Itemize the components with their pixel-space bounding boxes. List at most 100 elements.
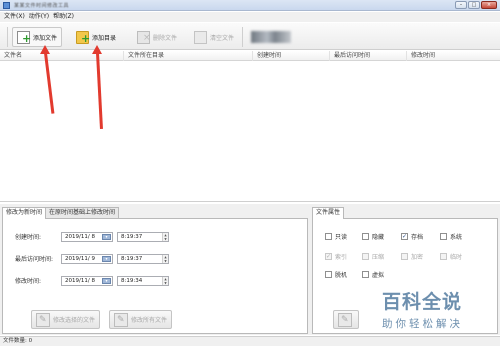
checkbox-box: ✓ bbox=[325, 253, 332, 260]
edit-document-icon bbox=[36, 312, 50, 327]
attribute-label: 压缩 bbox=[372, 254, 385, 261]
menu-help[interactable]: 帮助(Z) bbox=[53, 12, 74, 22]
file-count-label: 文件数量: bbox=[3, 338, 27, 344]
attribute-checkbox[interactable]: 隐藏 bbox=[362, 232, 384, 241]
window-controls: – □ × bbox=[455, 1, 497, 9]
modified-time-picker[interactable]: 8:19:34 ▲ ▼ bbox=[117, 275, 169, 286]
close-button[interactable]: × bbox=[481, 1, 497, 9]
calendar-dropdown-icon[interactable]: ▾ bbox=[102, 277, 111, 284]
created-time-label: 创建时间: bbox=[15, 234, 42, 241]
calendar-dropdown-icon[interactable]: ▾ bbox=[102, 255, 111, 262]
attribute-checkbox[interactable]: 只读 bbox=[325, 232, 347, 241]
menu-bar: 文件(X) 动作(Y) 帮助(Z) bbox=[0, 12, 500, 22]
checkbox-box[interactable] bbox=[362, 233, 369, 240]
attribute-label: 索引 bbox=[335, 254, 348, 261]
spinner-icon[interactable]: ▲ ▼ bbox=[162, 276, 168, 285]
attribute-checkbox: 加密 bbox=[401, 252, 423, 261]
column-header-created[interactable]: 创建时间 bbox=[253, 51, 330, 61]
modify-selected-label: 修改选择的文件 bbox=[53, 317, 96, 324]
attribute-label: 隐藏 bbox=[372, 234, 385, 241]
add-file-label: 添加文件 bbox=[33, 34, 58, 42]
clear-list-label: 清空文件 bbox=[210, 34, 235, 42]
window-title: 某某文件时间修改工具 bbox=[14, 3, 70, 9]
accessed-time-label: 最后访问时间: bbox=[15, 256, 54, 263]
created-date-picker[interactable]: 2019/11/ 8 ▾ bbox=[61, 231, 113, 242]
attribute-label: 系统 bbox=[450, 234, 463, 241]
remove-file-button[interactable]: 删除文件 bbox=[133, 27, 181, 47]
app-icon bbox=[3, 2, 10, 9]
attribute-checkbox[interactable]: 系统 bbox=[440, 232, 462, 241]
clear-list-button[interactable]: 清空文件 bbox=[190, 27, 238, 47]
attribute-label: 脱机 bbox=[335, 272, 348, 279]
modify-all-button[interactable]: 修改所有文件 bbox=[109, 310, 173, 329]
attribute-label: 临时 bbox=[450, 254, 463, 261]
modified-time-label: 修改时间: bbox=[15, 278, 42, 285]
checkbox-box[interactable] bbox=[440, 233, 447, 240]
menu-action[interactable]: 动作(Y) bbox=[29, 12, 49, 22]
tab-set-new-time[interactable]: 修改为新时间 bbox=[2, 207, 47, 219]
modify-selected-button[interactable]: 修改选择的文件 bbox=[31, 310, 101, 329]
edit-document-icon bbox=[338, 312, 352, 327]
toolbar-separator bbox=[7, 27, 8, 47]
accessed-time-row: 最后访问时间: 2019/11/ 9 ▾ 8:19:37 ▲ ▼ bbox=[15, 253, 169, 264]
accessed-time-value: 8:19:37 bbox=[121, 255, 143, 262]
add-folder-button[interactable]: 添加目录 bbox=[72, 27, 120, 47]
modify-all-label: 修改所有文件 bbox=[131, 317, 168, 324]
tab-file-attributes[interactable]: 文件属性 bbox=[312, 207, 345, 219]
checkbox-box[interactable] bbox=[325, 271, 332, 278]
created-date-value: 2019/11/ 8 bbox=[65, 233, 95, 240]
apply-attributes-button[interactable] bbox=[333, 310, 359, 329]
attribute-checkbox[interactable]: 虚拟 bbox=[362, 270, 384, 279]
edit-document-icon bbox=[114, 312, 128, 327]
modified-date-value: 2019/11/ 8 bbox=[65, 277, 95, 284]
remove-file-label: 删除文件 bbox=[153, 34, 178, 42]
attribute-label: 虚拟 bbox=[372, 272, 385, 279]
add-folder-icon bbox=[76, 30, 90, 44]
add-file-button[interactable]: 添加文件 bbox=[12, 27, 63, 47]
modified-date-picker[interactable]: 2019/11/ 8 ▾ bbox=[61, 275, 113, 286]
calendar-dropdown-icon[interactable]: ▾ bbox=[102, 233, 111, 240]
created-time-value: 8:19:37 bbox=[121, 233, 143, 240]
time-tab-page: 创建时间: 2019/11/ 8 ▾ 8:19:37 ▲ ▼ 最后访问时间: 20… bbox=[2, 218, 308, 334]
column-header-filename[interactable]: 文件名 bbox=[0, 51, 124, 61]
checkbox-box bbox=[362, 253, 369, 260]
minimize-button[interactable]: – bbox=[455, 1, 467, 9]
column-header-accessed[interactable]: 最后访问时间 bbox=[330, 51, 407, 61]
maximize-button[interactable]: □ bbox=[468, 1, 480, 9]
file-list-header: 文件名 文件所在目录 创建时间 最后访问时间 修改时间 bbox=[0, 51, 500, 61]
spinner-icon[interactable]: ▲ ▼ bbox=[162, 254, 168, 263]
attribute-checkbox[interactable]: ✓ 存档 bbox=[401, 232, 423, 241]
file-list[interactable]: 文件名 文件所在目录 创建时间 最后访问时间 修改时间 bbox=[0, 51, 500, 202]
checkbox-box[interactable]: ✓ bbox=[401, 233, 408, 240]
menu-file[interactable]: 文件(X) bbox=[4, 12, 25, 22]
checkbox-box[interactable] bbox=[362, 271, 369, 278]
status-bar: 文件数量: 0 bbox=[0, 336, 500, 346]
modified-time-value: 8:19:34 bbox=[121, 277, 143, 284]
tab-adjust-time[interactable]: 在原时间基础上修改时间 bbox=[45, 207, 120, 218]
accessed-date-value: 2019/11/ 9 bbox=[65, 255, 95, 262]
column-header-modified[interactable]: 修改时间 bbox=[407, 51, 500, 61]
attribute-label: 存档 bbox=[411, 234, 424, 241]
checkbox-box[interactable] bbox=[325, 233, 332, 240]
attribute-checkbox: 压缩 bbox=[362, 252, 384, 261]
clear-list-icon bbox=[194, 30, 207, 44]
blurred-icon bbox=[251, 31, 291, 43]
blurred-toolbar-button[interactable] bbox=[247, 27, 295, 47]
remove-file-icon bbox=[137, 30, 151, 44]
attribute-checkbox[interactable]: 脱机 bbox=[325, 270, 347, 279]
column-header-directory[interactable]: 文件所在目录 bbox=[124, 51, 253, 61]
accessed-time-picker[interactable]: 8:19:37 ▲ ▼ bbox=[117, 253, 169, 264]
created-time-picker[interactable]: 8:19:37 ▲ ▼ bbox=[117, 231, 169, 242]
attribute-label: 加密 bbox=[411, 254, 424, 261]
checkbox-box bbox=[440, 253, 447, 260]
attribute-checkbox: ✓ 索引 bbox=[325, 252, 347, 261]
add-file-icon bbox=[17, 30, 31, 44]
modified-time-row: 修改时间: 2019/11/ 8 ▾ 8:19:34 ▲ ▼ bbox=[15, 275, 169, 286]
accessed-date-picker[interactable]: 2019/11/ 9 ▾ bbox=[61, 253, 113, 264]
add-folder-label: 添加目录 bbox=[92, 34, 117, 42]
watermark-title: 百科全说 bbox=[382, 291, 463, 313]
watermark: 百科全说 助你轻松解决 bbox=[368, 287, 488, 335]
spinner-icon[interactable]: ▲ ▼ bbox=[162, 232, 168, 241]
file-count-value: 0 bbox=[28, 338, 33, 344]
checkbox-box bbox=[401, 253, 408, 260]
